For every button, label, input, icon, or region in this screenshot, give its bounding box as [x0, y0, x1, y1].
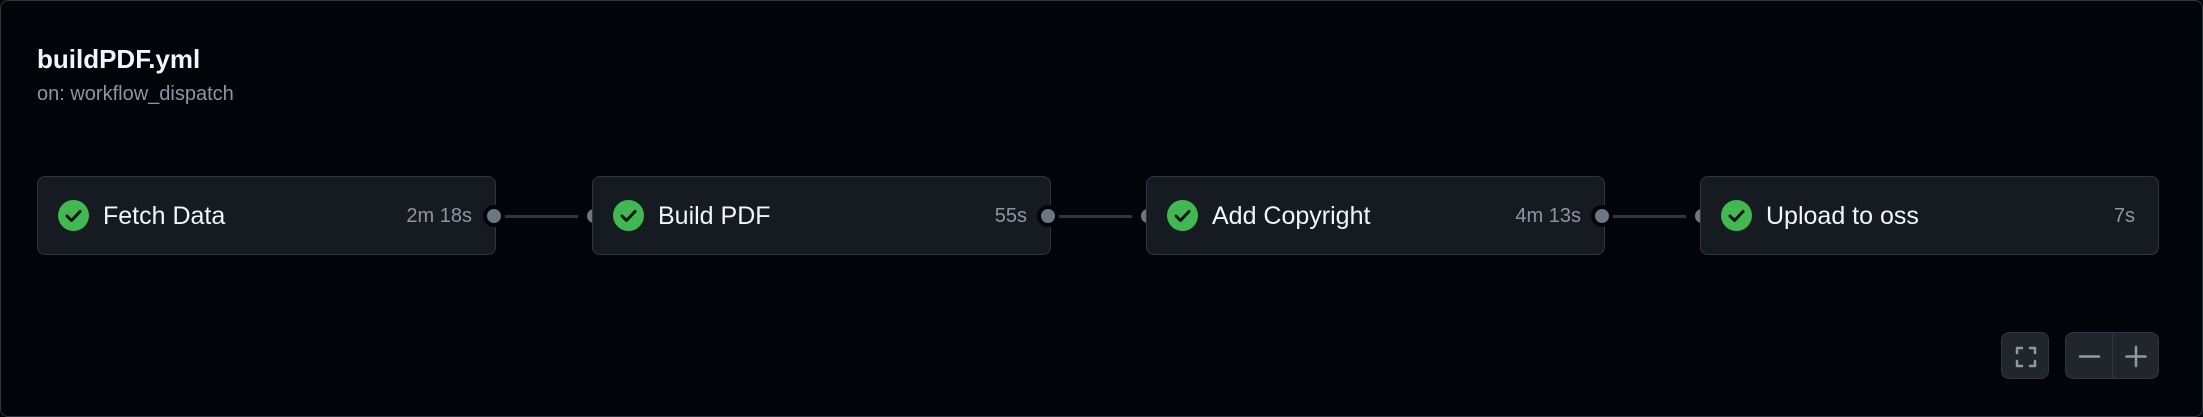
job-output-port — [483, 205, 505, 227]
check-circle-icon — [613, 200, 644, 231]
job-connector — [1606, 215, 1686, 218]
job-duration: 7s — [2113, 205, 2135, 227]
job-upload-to-oss[interactable]: Upload to oss 7s — [1700, 176, 2159, 255]
workflow-trigger: on: workflow_dispatch — [37, 83, 234, 105]
workflow-graph-panel: buildPDF.yml on: workflow_dispatch Fetch… — [0, 0, 2203, 417]
job-name: Add Copyright — [1212, 202, 1371, 230]
fullscreen-button[interactable] — [2001, 332, 2049, 379]
workflow-header: buildPDF.yml on: workflow_dispatch — [37, 43, 234, 107]
job-name: Build PDF — [658, 202, 771, 230]
job-duration: 4m 13s — [1515, 205, 1581, 227]
job-output-port — [1591, 205, 1613, 227]
job-name: Fetch Data — [103, 202, 226, 230]
job-add-copyright[interactable]: Add Copyright 4m 13s — [1146, 176, 1605, 255]
job-duration: 55s — [994, 205, 1027, 227]
job-output-port — [1037, 205, 1059, 227]
job-connector — [498, 215, 578, 218]
check-circle-icon — [1721, 200, 1752, 231]
job-connector — [1052, 215, 1132, 218]
zoom-out-button[interactable] — [2065, 332, 2112, 379]
workflow-title: buildPDF.yml — [37, 44, 201, 74]
job-build-pdf[interactable]: Build PDF 55s — [592, 176, 1051, 255]
zoom-in-button[interactable] — [2112, 332, 2159, 379]
job-duration: 2m 18s — [406, 205, 472, 227]
check-circle-icon — [1167, 200, 1198, 231]
job-name: Upload to oss — [1766, 202, 1919, 230]
job-fetch-data[interactable]: Fetch Data 2m 18s — [37, 176, 496, 255]
check-circle-icon — [58, 200, 89, 231]
